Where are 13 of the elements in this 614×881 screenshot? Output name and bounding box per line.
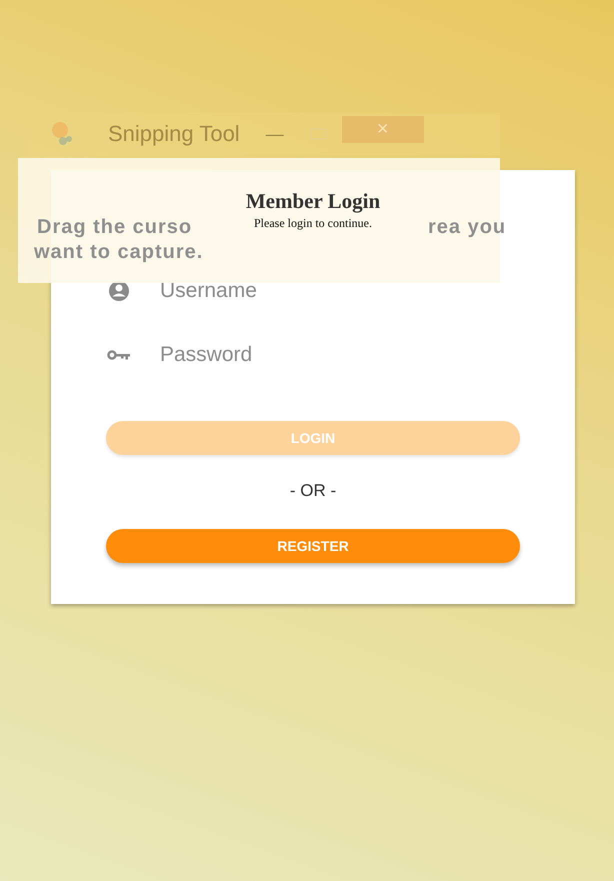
card-title: Member Login: [246, 188, 380, 214]
input-field[interactable]: Password: [160, 343, 460, 367]
input-field[interactable]: Username: [160, 279, 460, 303]
hint-text: want to capture.: [34, 241, 204, 264]
card-subtitle: Please login to continue.: [254, 216, 372, 231]
action-button[interactable]: REGISTER: [106, 529, 520, 563]
window-title: Snipping Tool: [108, 121, 240, 147]
key-icon: [107, 349, 131, 361]
hint-text: rea you: [428, 216, 506, 239]
minimize-button[interactable]: —: [266, 124, 284, 144]
hint-text: Drag the curso: [37, 216, 192, 239]
close-button[interactable]: ×: [342, 116, 424, 143]
separator-text: - OR -: [290, 481, 336, 501]
